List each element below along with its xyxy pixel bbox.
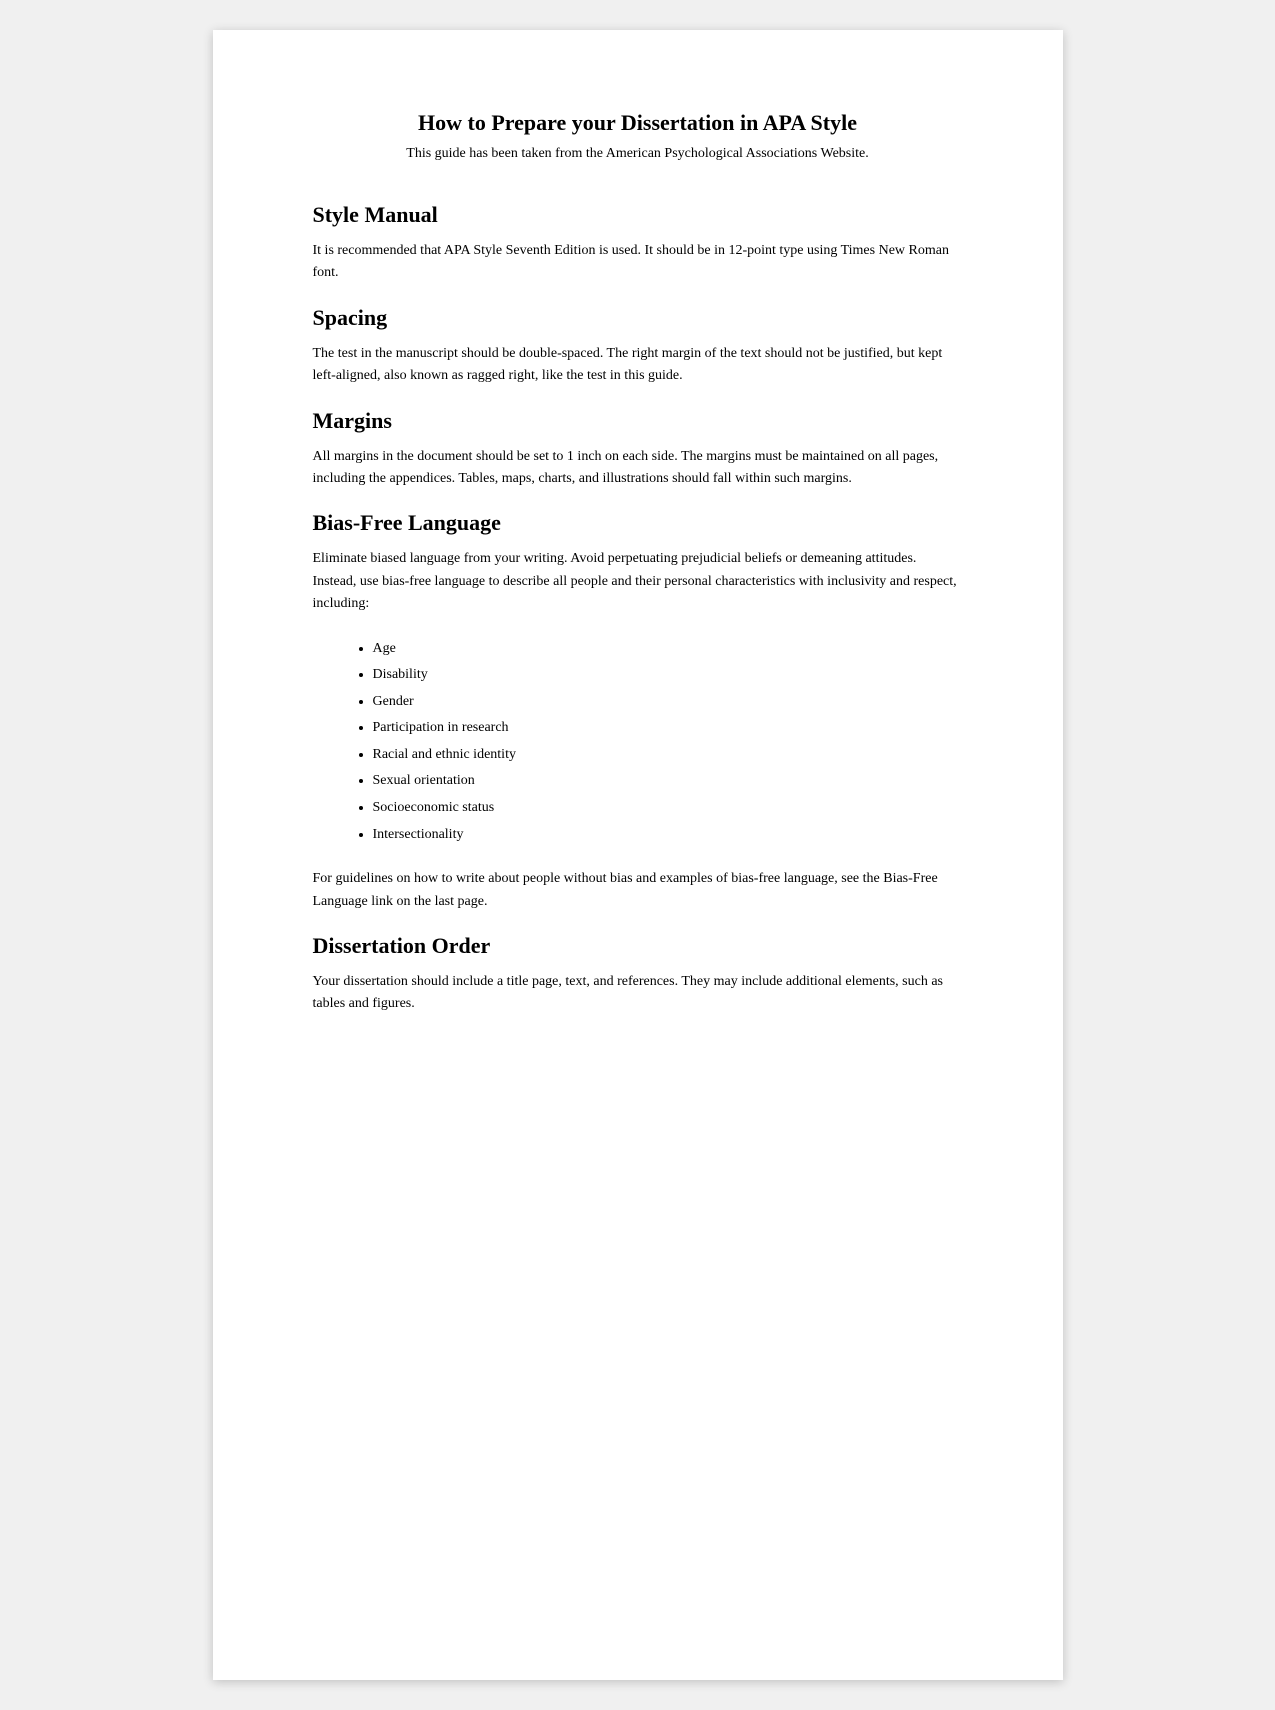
list-item: Gender [373, 689, 963, 716]
list-item: Racial and ethnic identity [373, 742, 963, 769]
section-bias-free-language: Bias-Free Language Eliminate biased lang… [313, 510, 963, 913]
section-body-spacing: The test in the manuscript should be dou… [313, 343, 963, 388]
section-body-dissertation-order: Your dissertation should include a title… [313, 971, 963, 1016]
section-body-bias-free-intro: Eliminate biased language from your writ… [313, 548, 963, 615]
section-style-manual: Style Manual It is recommended that APA … [313, 202, 963, 285]
section-body-margins: All margins in the document should be se… [313, 446, 963, 491]
section-heading-bias-free: Bias-Free Language [313, 510, 963, 536]
section-dissertation-order: Dissertation Order Your dissertation sho… [313, 933, 963, 1016]
page-subtitle: This guide has been taken from the Ameri… [313, 146, 963, 162]
list-item: Age [373, 636, 963, 663]
bias-free-list: Age Disability Gender Participation in r… [373, 636, 963, 849]
section-body-style-manual: It is recommended that APA Style Seventh… [313, 240, 963, 285]
section-heading-style-manual: Style Manual [313, 202, 963, 228]
section-heading-dissertation-order: Dissertation Order [313, 933, 963, 959]
section-spacing: Spacing The test in the manuscript shoul… [313, 305, 963, 388]
section-margins: Margins All margins in the document shou… [313, 408, 963, 491]
list-item: Participation in research [373, 715, 963, 742]
section-body-bias-free-outro: For guidelines on how to write about peo… [313, 868, 963, 913]
list-item: Socioeconomic status [373, 795, 963, 822]
list-item: Sexual orientation [373, 768, 963, 795]
list-item: Disability [373, 662, 963, 689]
section-heading-spacing: Spacing [313, 305, 963, 331]
section-heading-margins: Margins [313, 408, 963, 434]
page-title: How to Prepare your Dissertation in APA … [313, 110, 963, 136]
list-item: Intersectionality [373, 822, 963, 849]
document-page: How to Prepare your Dissertation in APA … [213, 30, 1063, 1680]
